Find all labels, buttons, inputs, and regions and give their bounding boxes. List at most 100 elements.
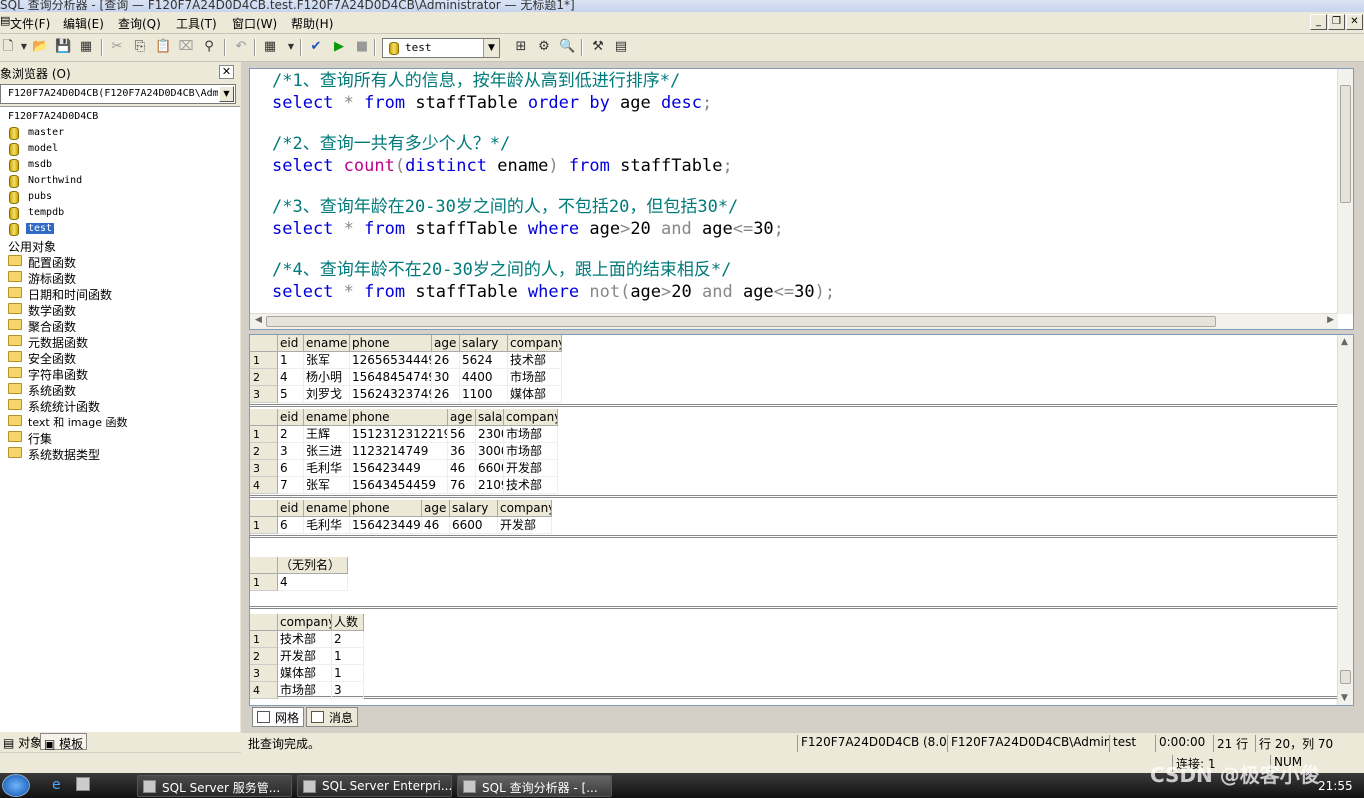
column-header[interactable]: phone xyxy=(350,500,422,517)
table-cell[interactable]: 杨小明 xyxy=(304,369,350,386)
copy-icon[interactable]: ⎘ xyxy=(132,39,148,55)
column-header[interactable]: salary xyxy=(460,335,508,352)
table-cell[interactable]: 张三进 xyxy=(304,443,350,460)
row-number[interactable]: 4 xyxy=(250,477,278,494)
column-header[interactable]: phone xyxy=(350,409,448,426)
results-vertical-scrollbar[interactable]: ▲ ▼ xyxy=(1337,335,1353,705)
cut-icon[interactable]: ✂ xyxy=(109,39,125,55)
row-number[interactable]: 1 xyxy=(250,426,278,443)
scroll-thumb[interactable] xyxy=(266,316,1216,327)
column-header[interactable]: phone xyxy=(350,335,432,352)
server-select[interactable]: F120F7A24D0D4CB(F120F7A24D0D4CB\Adm ▼ xyxy=(0,84,236,104)
table-cell[interactable]: 1 xyxy=(332,665,364,682)
scroll-up-icon[interactable]: ▲ xyxy=(1341,337,1348,347)
scroll-down-icon[interactable]: ▼ xyxy=(1341,693,1348,703)
code-line[interactable]: /*4、查询年龄不在20-30岁之间的人，跟上面的结束相反*/ xyxy=(272,260,731,280)
code-line[interactable]: /*3、查询年龄在20-30岁之间的人，不包括20，但包括30*/ xyxy=(272,197,738,217)
table-cell[interactable]: 开发部 xyxy=(278,648,332,665)
column-header[interactable]: company xyxy=(508,335,562,352)
open-folder-icon[interactable]: 📂 xyxy=(32,39,48,55)
mdi-restore-button[interactable]: ❐ xyxy=(1328,14,1345,30)
menu-help[interactable]: 帮助(H) xyxy=(291,15,333,32)
tab-objects[interactable]: ▤ 对象 xyxy=(0,733,45,750)
table-cell[interactable]: 26 xyxy=(432,386,460,403)
row-number[interactable]: 2 xyxy=(250,369,278,386)
table-cell[interactable]: 市场部 xyxy=(504,426,558,443)
column-header[interactable]: salary xyxy=(476,409,504,426)
table-cell[interactable]: 张军 xyxy=(304,477,350,494)
row-number[interactable]: 1 xyxy=(250,517,278,534)
table-cell[interactable]: 毛利华 xyxy=(304,517,350,534)
table-cell[interactable]: 56 xyxy=(448,426,476,443)
code-line[interactable]: /*2、查询一共有多少个人？*/ xyxy=(272,134,510,154)
table-cell[interactable]: 张军 xyxy=(304,352,350,369)
row-number[interactable]: 1 xyxy=(250,352,278,369)
table-cell[interactable]: 4400 xyxy=(460,369,508,386)
column-header[interactable]: ename xyxy=(304,409,350,426)
table-cell[interactable]: 6 xyxy=(278,460,304,477)
table-cell[interactable]: 3 xyxy=(332,682,364,699)
table-cell[interactable]: 15643454459 xyxy=(350,477,448,494)
show-results-pane-icon[interactable]: ▤ xyxy=(613,39,629,55)
chevron-down-icon[interactable]: ▼ xyxy=(219,86,234,102)
find-icon[interactable]: ⚲ xyxy=(201,39,217,55)
results-dropdown-icon[interactable]: ▼ xyxy=(283,39,299,55)
table-cell[interactable]: 毛利华 xyxy=(304,460,350,477)
scroll-right-icon[interactable]: ▶ xyxy=(1327,315,1334,325)
table-cell[interactable]: 2300 xyxy=(476,426,504,443)
table-cell[interactable]: 刘罗戈 xyxy=(304,386,350,403)
tab-templates[interactable]: ▣ 模板 xyxy=(40,733,88,751)
new-query-icon[interactable]: 🗋 xyxy=(0,39,16,55)
table-cell[interactable]: 156423449 xyxy=(350,517,422,534)
column-header[interactable]: age xyxy=(448,409,476,426)
row-number[interactable]: 2 xyxy=(250,648,278,665)
table-cell[interactable]: 1512312312219 xyxy=(350,426,448,443)
column-header[interactable]: company xyxy=(278,614,332,631)
table-cell[interactable]: 4 xyxy=(278,369,304,386)
table-cell[interactable]: 5 xyxy=(278,386,304,403)
table-cell[interactable]: 3000 xyxy=(476,443,504,460)
table-cell[interactable]: 12656534449 xyxy=(350,352,432,369)
editor-vertical-scrollbar[interactable] xyxy=(1337,69,1353,314)
table-cell[interactable]: 技术部 xyxy=(504,477,558,494)
code-line[interactable]: select * from staffTable where not(age>2… xyxy=(272,282,835,302)
table-cell[interactable]: 6600 xyxy=(450,517,498,534)
table-cell[interactable]: 1100 xyxy=(460,386,508,403)
scroll-thumb[interactable] xyxy=(1340,670,1351,684)
object-browser-icon[interactable]: ⊞ xyxy=(513,39,529,55)
table-cell[interactable]: 46 xyxy=(422,517,450,534)
insert-template-icon[interactable]: ▦ xyxy=(78,39,94,55)
explorer-icon[interactable] xyxy=(76,777,90,791)
table-cell[interactable]: 市场部 xyxy=(504,443,558,460)
table-cell[interactable]: 市场部 xyxy=(508,369,562,386)
table-cell[interactable]: 46 xyxy=(448,460,476,477)
scroll-left-icon[interactable]: ◀ xyxy=(255,315,262,325)
query-editor[interactable]: /*1、查询所有人的信息，按年龄从高到低进行排序*/select * from … xyxy=(249,68,1354,330)
display-plan-icon[interactable]: ⚙ xyxy=(536,39,552,55)
row-number[interactable]: 1 xyxy=(250,574,278,591)
menu-edit[interactable]: 编辑(E) xyxy=(63,15,104,32)
scroll-thumb[interactable] xyxy=(1340,85,1351,203)
tab-messages[interactable]: 消息 xyxy=(306,707,359,727)
table-cell[interactable]: 1 xyxy=(332,648,364,665)
options-icon[interactable]: ⚒ xyxy=(590,39,606,55)
undo-icon[interactable]: ↶ xyxy=(233,39,249,55)
table-cell[interactable]: 3 xyxy=(278,443,304,460)
menu-query[interactable]: 查询(Q) xyxy=(118,15,161,32)
save-icon[interactable]: 💾 xyxy=(55,39,71,55)
table-cell[interactable]: 15648454749 xyxy=(350,369,432,386)
table-cell[interactable]: 媒体部 xyxy=(508,386,562,403)
code-line[interactable]: select * from staffTable order by age de… xyxy=(272,93,712,113)
table-cell[interactable]: 1 xyxy=(278,352,304,369)
column-header[interactable]: eid xyxy=(278,500,304,517)
menu-window[interactable]: 窗口(W) xyxy=(232,15,277,32)
table-cell[interactable]: 开发部 xyxy=(498,517,552,534)
object-search-icon[interactable]: 🔍 xyxy=(559,39,575,55)
table-cell[interactable]: 技术部 xyxy=(508,352,562,369)
table-cell[interactable]: 王辉 xyxy=(304,426,350,443)
table-cell[interactable]: 5624 xyxy=(460,352,508,369)
table-cell[interactable]: 技术部 xyxy=(278,631,332,648)
column-header[interactable]: company xyxy=(504,409,558,426)
taskbar-item-sql-service[interactable]: SQL Server 服务管... xyxy=(137,775,292,797)
chevron-down-icon[interactable]: ▼ xyxy=(483,39,499,57)
